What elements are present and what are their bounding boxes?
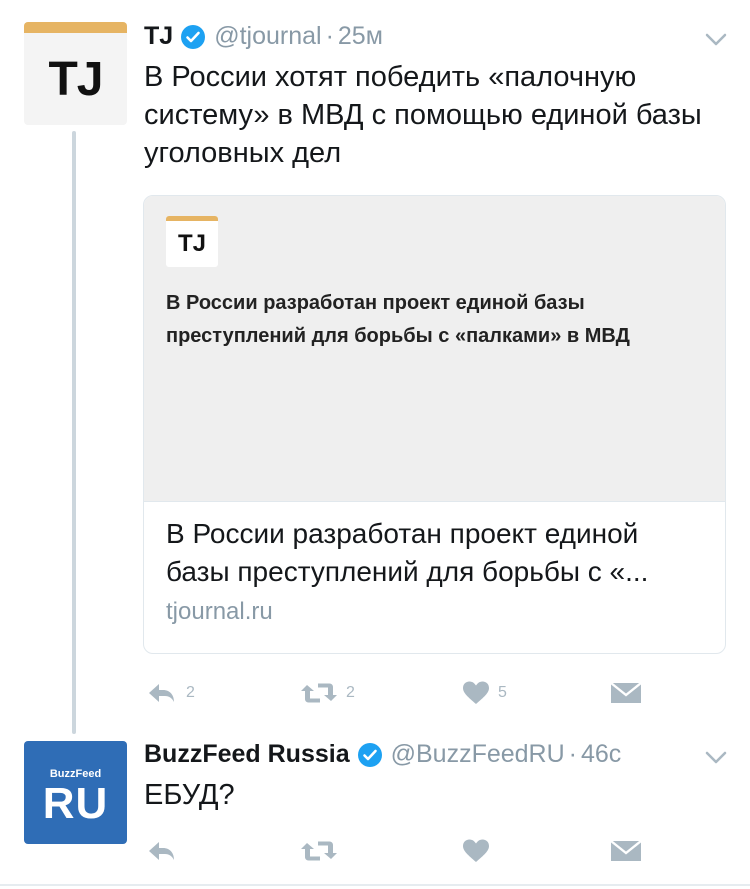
tweet-header: TJ @tjournal · 25м — [144, 22, 383, 51]
avatar-monogram: TJ — [48, 53, 103, 106]
reply-count: 2 — [186, 684, 195, 701]
header-separator: · — [568, 740, 577, 768]
thread-connector-line — [72, 131, 76, 734]
direct-message-icon — [610, 839, 642, 863]
card-logo-monogram: TJ — [177, 230, 206, 257]
retweet-button[interactable]: 2 — [300, 681, 355, 705]
card-logo-stripe — [166, 216, 218, 221]
timeline-divider — [0, 884, 750, 886]
tweet-text: В России хотят победить «палочную систем… — [144, 61, 702, 169]
avatar-buzzfeed-russia[interactable]: BuzzFeed RU — [24, 741, 127, 844]
avatar-region-text: RU — [42, 779, 109, 828]
verified-icon — [181, 24, 206, 49]
card-logo: TJ — [166, 216, 218, 267]
card-image: TJ В России разработан проект единой баз… — [144, 196, 725, 502]
avatar-accent-stripe — [24, 22, 127, 33]
tweet-timestamp[interactable]: 46с — [581, 740, 621, 769]
direct-message-icon — [610, 681, 642, 705]
card-domain: tjournal.ru — [166, 598, 273, 625]
reply-icon — [146, 839, 178, 863]
tweet-header: BuzzFeed Russia @BuzzFeedRU · 46с — [144, 740, 621, 769]
verified-icon — [357, 742, 382, 767]
heart-icon — [462, 681, 490, 705]
link-card[interactable]: TJ В России разработан проект единой баз… — [143, 195, 726, 654]
reply-icon — [146, 681, 178, 705]
author-handle[interactable]: @BuzzFeedRU — [391, 740, 565, 769]
author-name[interactable]: BuzzFeed Russia — [144, 740, 350, 769]
chevron-down-icon[interactable] — [704, 745, 728, 769]
retweet-icon — [300, 839, 338, 863]
like-count: 5 — [498, 684, 507, 701]
like-button[interactable]: 5 — [462, 681, 507, 705]
reply-button[interactable] — [146, 839, 186, 863]
avatar-tj[interactable]: TJ — [24, 22, 127, 125]
direct-message-button[interactable] — [610, 839, 642, 863]
retweet-count: 2 — [346, 684, 355, 701]
header-separator: · — [325, 22, 334, 50]
heart-icon — [462, 839, 490, 863]
card-title: В России разработан проект единой базы п… — [166, 518, 649, 587]
chevron-down-icon[interactable] — [704, 27, 728, 51]
card-image-headline: В России разработан проект единой базы п… — [166, 292, 630, 347]
direct-message-button[interactable] — [610, 681, 642, 705]
tweet-text: ЕБУД? — [144, 779, 235, 811]
retweet-button[interactable] — [300, 839, 346, 863]
reply-button[interactable]: 2 — [146, 681, 195, 705]
author-handle[interactable]: @tjournal — [214, 22, 321, 51]
tweet-timestamp[interactable]: 25м — [338, 22, 383, 51]
retweet-icon — [300, 681, 338, 705]
like-button[interactable] — [462, 839, 498, 863]
author-name[interactable]: TJ — [144, 22, 173, 51]
